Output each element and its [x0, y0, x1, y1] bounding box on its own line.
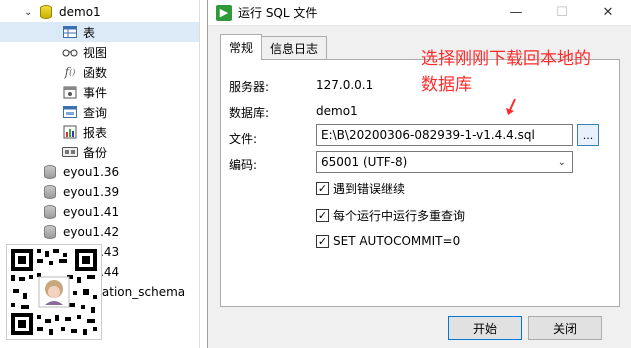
file-label: 文件:: [229, 132, 258, 146]
annotation-text: 选择刚刚下载回本地的 数据库: [421, 46, 621, 98]
database-open-icon: [38, 4, 54, 20]
backup-icon: [62, 144, 78, 160]
checkbox-label: 遇到错误继续: [333, 182, 406, 196]
tab-general[interactable]: 常规: [220, 34, 263, 60]
server-value: 127.0.0.1: [316, 78, 374, 92]
dialog-tabs: 常规 信息日志: [220, 34, 328, 60]
navigation-tree: ⌄ demo1 表 视图 f() 函数 事件 查询 报表 备份 eyou1.36…: [0, 0, 200, 348]
browse-button[interactable]: ...: [577, 124, 599, 146]
tree-item-label: 报表: [83, 125, 108, 140]
tree-db-label: eyou1.41: [63, 205, 120, 219]
encoding-select[interactable]: 65001 (UTF-8) ⌄: [316, 151, 573, 173]
tree-item-label: 视图: [83, 45, 108, 60]
dialog-title: 运行 SQL 文件: [238, 6, 318, 20]
navicat-app-icon: ▶: [216, 4, 232, 21]
start-button[interactable]: 开始: [448, 316, 522, 340]
tab-info-log[interactable]: 信息日志: [261, 36, 328, 60]
encoding-label: 编码:: [229, 158, 258, 172]
annotation-line-2: 数据库: [421, 75, 472, 95]
query-icon: [62, 104, 78, 120]
server-label: 服务器:: [229, 80, 270, 94]
maximize-button[interactable]: ☐: [539, 0, 585, 26]
tree-db-eyou136[interactable]: eyou1.36: [42, 162, 119, 182]
qr-code-image: [6, 244, 102, 340]
checkbox-label: SET AUTOCOMMIT=0: [333, 234, 461, 248]
multiple-queries-checkbox[interactable]: ✓ 每个运行中运行多重查询: [316, 207, 465, 224]
tree-item-label: 查询: [83, 105, 108, 120]
database-icon: [42, 224, 58, 240]
encoding-value: 65001 (UTF-8): [321, 155, 408, 169]
tree-db-label: eyou1.39: [63, 185, 120, 199]
database-icon: [42, 184, 58, 200]
tree-item-backups[interactable]: 备份: [62, 142, 107, 162]
tree-db-label: eyou1.36: [63, 165, 120, 179]
tree-db-label: eyou1.42: [63, 225, 120, 239]
checkbox-check-icon[interactable]: ✓: [316, 182, 329, 195]
view-icon: [62, 44, 78, 60]
tree-item-label: 事件: [83, 85, 108, 100]
close-button[interactable]: 关闭: [528, 316, 602, 340]
tree-item-views[interactable]: 视图: [62, 42, 107, 62]
autocommit-checkbox[interactable]: ✓ SET AUTOCOMMIT=0: [316, 234, 460, 248]
table-icon: [62, 24, 78, 40]
tree-item-functions[interactable]: f() 函数: [62, 62, 107, 82]
tree-db-demo1[interactable]: ⌄ demo1: [24, 2, 101, 22]
tree-item-tables[interactable]: 表: [0, 22, 199, 42]
report-icon: [62, 124, 78, 140]
file-path-input[interactable]: E:\B\20200306-082939-1-v1.4.4.sql: [316, 124, 573, 146]
annotation-arrow-icon: [506, 98, 516, 115]
continue-on-error-checkbox[interactable]: ✓ 遇到错误继续: [316, 180, 405, 197]
database-label: 数据库:: [229, 106, 270, 120]
checkbox-label: 每个运行中运行多重查询: [333, 209, 466, 223]
chevron-down-icon[interactable]: ⌄: [24, 7, 34, 18]
tree-item-queries[interactable]: 查询: [62, 102, 107, 122]
tree-item-reports[interactable]: 报表: [62, 122, 107, 142]
function-icon: f(): [64, 65, 76, 79]
chevron-down-icon: ⌄: [557, 156, 566, 168]
tree-db-label: demo1: [59, 5, 101, 19]
tree-item-events[interactable]: 事件: [62, 82, 107, 102]
close-window-button[interactable]: ✕: [585, 0, 631, 26]
tree-item-label: 备份: [83, 145, 108, 160]
dialog-titlebar[interactable]: ▶ 运行 SQL 文件 — ☐ ✕: [208, 0, 631, 26]
tree-db-eyou142[interactable]: eyou1.42: [42, 222, 119, 242]
database-icon: [42, 204, 58, 220]
database-value: demo1: [316, 104, 358, 118]
minimize-button[interactable]: —: [493, 0, 539, 26]
tree-item-label: 函数: [83, 65, 108, 80]
checkbox-check-icon[interactable]: ✓: [316, 234, 329, 248]
tree-db-eyou141[interactable]: eyou1.41: [42, 202, 119, 222]
database-icon: [42, 164, 58, 180]
annotation-line-1: 选择刚刚下载回本地的: [421, 49, 591, 69]
tree-db-eyou139[interactable]: eyou1.39: [42, 182, 119, 202]
checkbox-check-icon[interactable]: ✓: [316, 209, 329, 222]
tree-item-label: 表: [83, 25, 96, 40]
file-path-value: E:\B\20200306-082939-1-v1.4.4.sql: [321, 128, 535, 142]
event-icon: [62, 84, 78, 100]
